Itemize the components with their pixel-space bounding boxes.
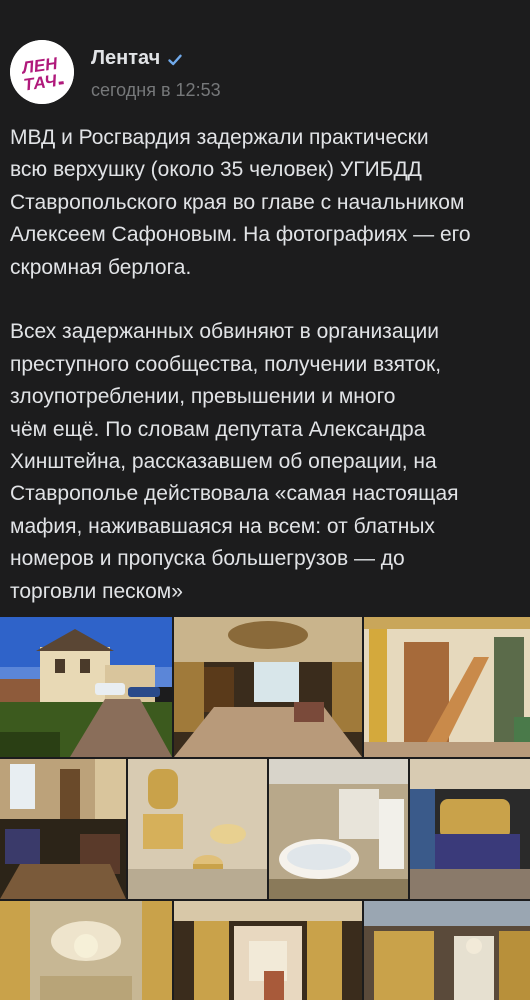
lentach-logo: ЛЕН ТАЧ [10, 40, 74, 104]
post-text: МВД и Росгвардия задержали практически в… [10, 126, 471, 603]
verified-check-icon [167, 51, 183, 67]
author-name[interactable]: Лентач [91, 47, 183, 70]
photo-golden-bathroom[interactable] [128, 759, 267, 899]
post: ЛЕН ТАЧ Лентач сегодня в 12:53 МВД и Рос… [0, 0, 530, 1000]
photo-living-room[interactable] [0, 759, 126, 899]
photo-staircase[interactable] [364, 617, 530, 757]
photo-hall-ceiling[interactable] [174, 617, 362, 757]
photo-bathtub[interactable] [269, 759, 408, 899]
photo-chandelier-ceiling[interactable] [0, 901, 172, 1000]
photo-mansion-exterior[interactable] [0, 617, 172, 757]
post-time[interactable]: сегодня в 12:53 [91, 80, 221, 101]
photo-golden-doorway[interactable] [174, 901, 362, 1000]
avatar[interactable]: ЛЕН ТАЧ [10, 40, 74, 104]
author-name-text[interactable]: Лентач [91, 47, 160, 70]
photo-bedroom[interactable] [410, 759, 530, 899]
photo-golden-wardrobe[interactable] [364, 901, 530, 1000]
photo-gallery [0, 617, 530, 1000]
post-header: ЛЕН ТАЧ Лентач сегодня в 12:53 [0, 0, 530, 120]
